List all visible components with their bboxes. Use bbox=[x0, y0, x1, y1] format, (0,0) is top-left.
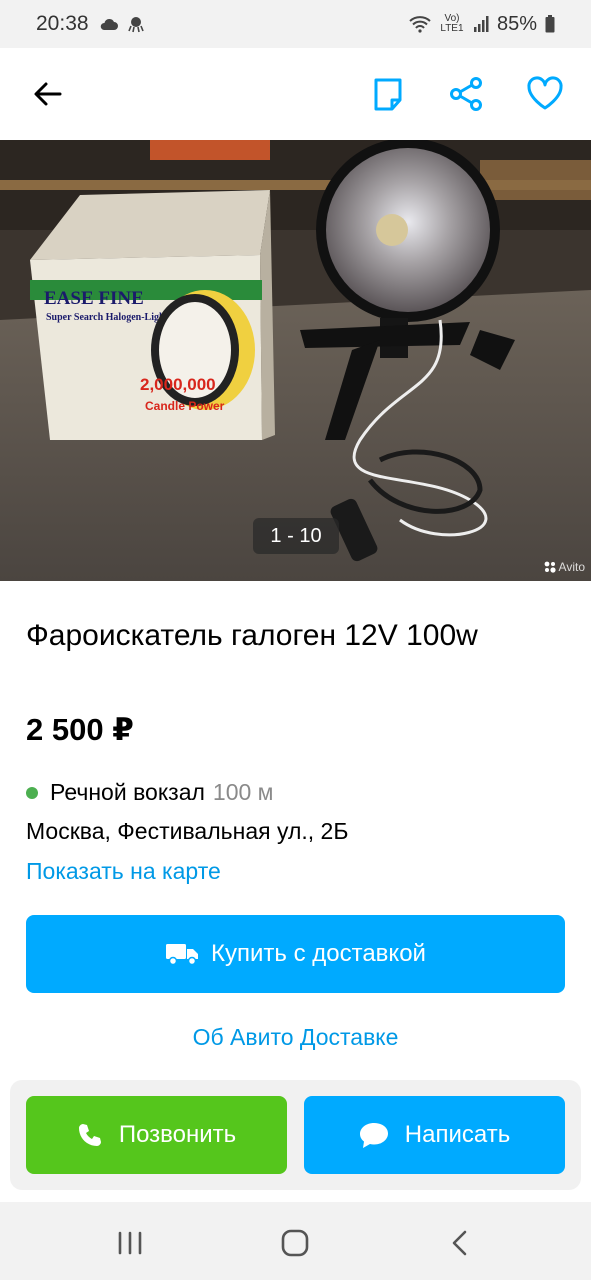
call-button-label: Позвонить bbox=[118, 1121, 237, 1148]
truck-icon bbox=[166, 944, 199, 966]
listing-price: 2 500 ₽ bbox=[26, 712, 134, 747]
metro-station: Речной вокзал bbox=[50, 779, 205, 805]
chat-bubble-icon bbox=[359, 1123, 388, 1148]
message-button[interactable]: Написать bbox=[304, 1096, 565, 1174]
avito-logo-icon bbox=[544, 561, 556, 573]
network-label: Vo) LTE1 bbox=[440, 13, 464, 34]
watermark-text: Avito bbox=[558, 560, 585, 574]
about-delivery-link[interactable]: Об Авито Доставке bbox=[0, 1024, 591, 1051]
metro-distance: 100 м bbox=[212, 779, 274, 805]
box-subtitle-text: Super Search Halogen-Light bbox=[46, 312, 169, 323]
recent-apps-icon[interactable] bbox=[113, 1226, 147, 1260]
box-power2-text: Candle Power bbox=[145, 399, 225, 413]
photo-illustration: EASE FINE Super Search Halogen-Light 2,0… bbox=[0, 140, 591, 581]
listing-title: Фароискатель галоген 12V 100w bbox=[26, 619, 478, 652]
metro-info: Речной вокзал 100 м bbox=[26, 779, 273, 806]
system-nav-bar bbox=[0, 1202, 591, 1280]
battery-icon bbox=[545, 15, 555, 33]
note-icon[interactable] bbox=[368, 74, 408, 114]
listing-photo[interactable]: EASE FINE Super Search Halogen-Light 2,0… bbox=[0, 140, 591, 581]
home-icon[interactable] bbox=[278, 1226, 312, 1260]
status-time: 20:38 bbox=[36, 12, 89, 35]
battery-percent: 85% bbox=[496, 12, 537, 35]
call-button[interactable]: Позвонить bbox=[26, 1096, 287, 1174]
buy-button-label: Купить с доставкой bbox=[211, 940, 426, 967]
phone-icon bbox=[78, 1124, 101, 1146]
octopus-icon bbox=[127, 17, 144, 33]
cloud-icon bbox=[100, 18, 118, 30]
status-bar: 20:38 Vo) LTE1 85% bbox=[0, 0, 591, 48]
wifi-icon bbox=[409, 16, 431, 33]
app-bar bbox=[0, 48, 591, 140]
arrow-left-icon[interactable] bbox=[30, 76, 66, 112]
heart-icon[interactable] bbox=[525, 74, 565, 114]
metro-line-dot bbox=[26, 786, 38, 799]
message-button-label: Написать bbox=[404, 1121, 511, 1148]
signal-icon bbox=[473, 16, 489, 32]
show-on-map-link[interactable]: Показать на карте bbox=[26, 858, 221, 885]
share-icon[interactable] bbox=[446, 74, 486, 114]
box-power-text: 2,000,000 bbox=[140, 375, 216, 394]
box-brand-text: EASE FINE bbox=[44, 288, 144, 309]
back-nav-icon[interactable] bbox=[444, 1226, 478, 1260]
listing-address: Москва, Фестивальная ул., 2Б bbox=[26, 818, 349, 844]
photo-counter: 1 - 10 bbox=[253, 518, 339, 554]
avito-watermark: Avito bbox=[544, 560, 585, 574]
buy-with-delivery-button[interactable]: Купить с доставкой bbox=[26, 915, 565, 993]
